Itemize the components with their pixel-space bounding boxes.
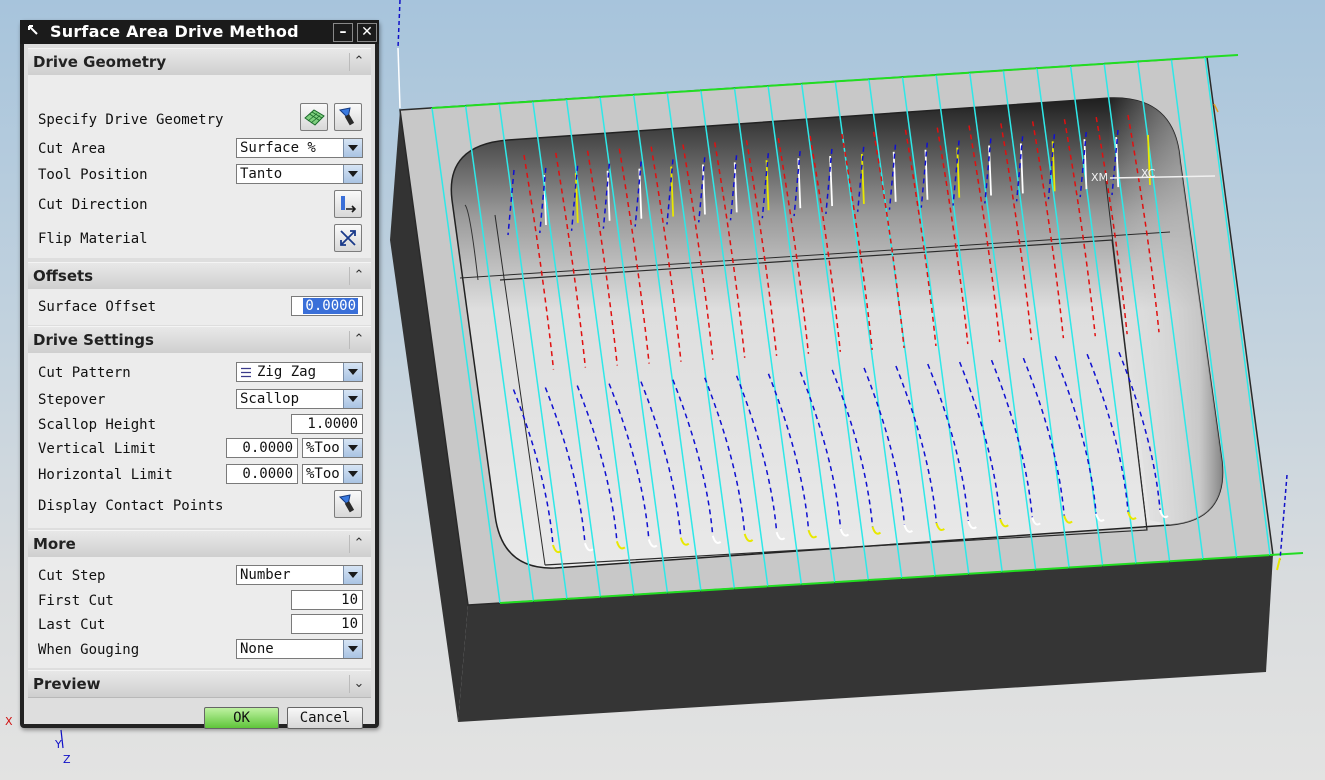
section-header-more[interactable]: More ⌃ [28, 530, 371, 558]
vertical-limit-input[interactable]: 0.0000 [226, 438, 298, 458]
toolpath-bottom-link [1269, 552, 1304, 556]
horizontal-limit-unit-value: %Too [306, 466, 340, 482]
chevron-up-icon[interactable]: ⌃ [349, 331, 368, 349]
cut-area-label: Cut Area [38, 141, 106, 157]
vertical-limit-label: Vertical Limit [38, 441, 157, 457]
flip-material-button[interactable] [334, 224, 362, 252]
x-axis-label: X [5, 715, 13, 728]
tool-axis-vector [397, 0, 401, 49]
dialog-body: Drive Geometry ⌃ Specify Drive Geometry … [24, 44, 375, 729]
flip-material-label: Flip Material [38, 231, 148, 247]
cancel-button[interactable]: Cancel [287, 707, 363, 729]
zig-zag-icon [241, 367, 251, 378]
tool-position-value: Tanto [240, 166, 283, 182]
chevron-down-icon[interactable] [343, 139, 362, 157]
chevron-down-icon[interactable] [343, 465, 362, 483]
dialog-title: Surface Area Drive Method [50, 22, 299, 41]
surface-offset-input[interactable]: 0.0000 [291, 296, 363, 316]
cut-direction-button[interactable] [334, 190, 362, 218]
cut-area-value: Surface % [240, 140, 316, 156]
dialog-titlebar[interactable]: Surface Area Drive Method – ✕ [20, 20, 379, 44]
xc-axis-label: XC [1141, 167, 1156, 180]
drive-settings-panel: Cut Pattern Zig Zag Stepover Scallop Sca… [28, 353, 371, 528]
first-cut-input[interactable]: 10 [291, 590, 363, 610]
z-axis-label: Z [63, 753, 71, 766]
horizontal-limit-unit-dropdown[interactable]: %Too [302, 464, 363, 484]
chevron-up-icon[interactable]: ⌃ [349, 267, 368, 285]
display-contact-points-label: Display Contact Points [38, 498, 224, 514]
flashlight-icon [338, 107, 355, 126]
cut-direction-label: Cut Direction [38, 197, 148, 213]
section-title: Preview [33, 675, 101, 693]
section-title: More [33, 535, 76, 553]
last-cut-input[interactable]: 10 [291, 614, 363, 634]
stepover-value: Scallop [240, 391, 300, 407]
flashlight-icon [338, 494, 355, 513]
section-title: Offsets [33, 267, 94, 285]
dialog-app-icon [28, 25, 38, 35]
stepover-label: Stepover [38, 392, 106, 408]
last-cut-label: Last Cut [38, 617, 106, 633]
section-title: Drive Geometry [33, 53, 167, 71]
section-header-drive-geometry[interactable]: Drive Geometry ⌃ [28, 48, 371, 76]
scallop-height-label: Scallop Height [38, 417, 157, 433]
first-cut-label: First Cut [38, 593, 114, 609]
chevron-up-icon[interactable]: ⌃ [349, 535, 368, 553]
tool-position-label: Tool Position [38, 167, 148, 183]
stepover-dropdown[interactable]: Scallop [236, 389, 363, 409]
cut-area-dropdown[interactable]: Surface % [236, 138, 363, 158]
cut-direction-icon [341, 196, 357, 213]
toolpath-top-link [1204, 54, 1239, 58]
when-gouging-dropdown[interactable]: None [236, 639, 363, 659]
flip-arrows-icon [340, 230, 356, 246]
tool-axis-vector-lower [397, 47, 401, 109]
tool-position-dropdown[interactable]: Tanto [236, 164, 363, 184]
chevron-down-icon[interactable] [343, 165, 362, 183]
drive-geometry-panel: Specify Drive Geometry Cut Area Surface … [28, 75, 371, 258]
cut-pattern-value: Zig Zag [257, 364, 317, 380]
when-gouging-value: None [240, 641, 274, 657]
cut-step-label: Cut Step [38, 568, 106, 584]
minimize-button[interactable]: – [333, 23, 353, 42]
xm-axis-label: XM [1091, 171, 1109, 184]
surface-grid-icon [304, 109, 325, 126]
chevron-down-icon[interactable] [343, 390, 362, 408]
display-contact-points-button[interactable] [334, 490, 362, 518]
section-title: Drive Settings [33, 331, 154, 349]
section-header-preview[interactable]: Preview ⌄ [28, 670, 371, 698]
horizontal-limit-label: Horizontal Limit [38, 467, 173, 483]
chevron-up-icon[interactable]: ⌃ [349, 53, 368, 71]
approach-end [1276, 557, 1281, 571]
chevron-down-icon[interactable] [343, 439, 362, 457]
approach-vector [1279, 474, 1288, 561]
y-axis-label: Y [55, 738, 62, 751]
vertical-limit-unit-value: %Too [306, 440, 340, 456]
surface-area-drive-method-dialog: Surface Area Drive Method – ✕ Drive Geom… [20, 20, 379, 729]
specify-drive-geometry-label: Specify Drive Geometry [38, 112, 224, 128]
scallop-height-input[interactable]: 1.0000 [291, 414, 363, 434]
chevron-down-icon[interactable] [343, 566, 362, 584]
offsets-panel: Surface Offset 0.0000 [28, 289, 371, 325]
cut-pattern-dropdown[interactable]: Zig Zag [236, 362, 363, 382]
more-panel: Cut Step Number First Cut 10 Last Cut 10… [28, 557, 371, 668]
cut-step-dropdown[interactable]: Number [236, 565, 363, 585]
chevron-down-icon[interactable]: ⌄ [349, 675, 368, 693]
chevron-down-icon[interactable] [343, 640, 362, 658]
ok-button[interactable]: OK [204, 707, 279, 729]
cut-step-value: Number [240, 567, 291, 583]
horizontal-limit-input[interactable]: 0.0000 [226, 464, 298, 484]
surface-offset-label: Surface Offset [38, 299, 157, 315]
cut-pattern-label: Cut Pattern [38, 365, 131, 381]
chevron-down-icon[interactable] [343, 363, 362, 381]
section-header-drive-settings[interactable]: Drive Settings ⌃ [28, 326, 371, 354]
when-gouging-label: When Gouging [38, 642, 140, 658]
close-button[interactable]: ✕ [357, 23, 377, 42]
surface-offset-value: 0.0000 [303, 298, 358, 314]
display-drive-geometry-button[interactable] [334, 103, 362, 131]
section-header-offsets[interactable]: Offsets ⌃ [28, 262, 371, 290]
vertical-limit-unit-dropdown[interactable]: %Too [302, 438, 363, 458]
select-drive-geometry-button[interactable] [300, 103, 328, 131]
